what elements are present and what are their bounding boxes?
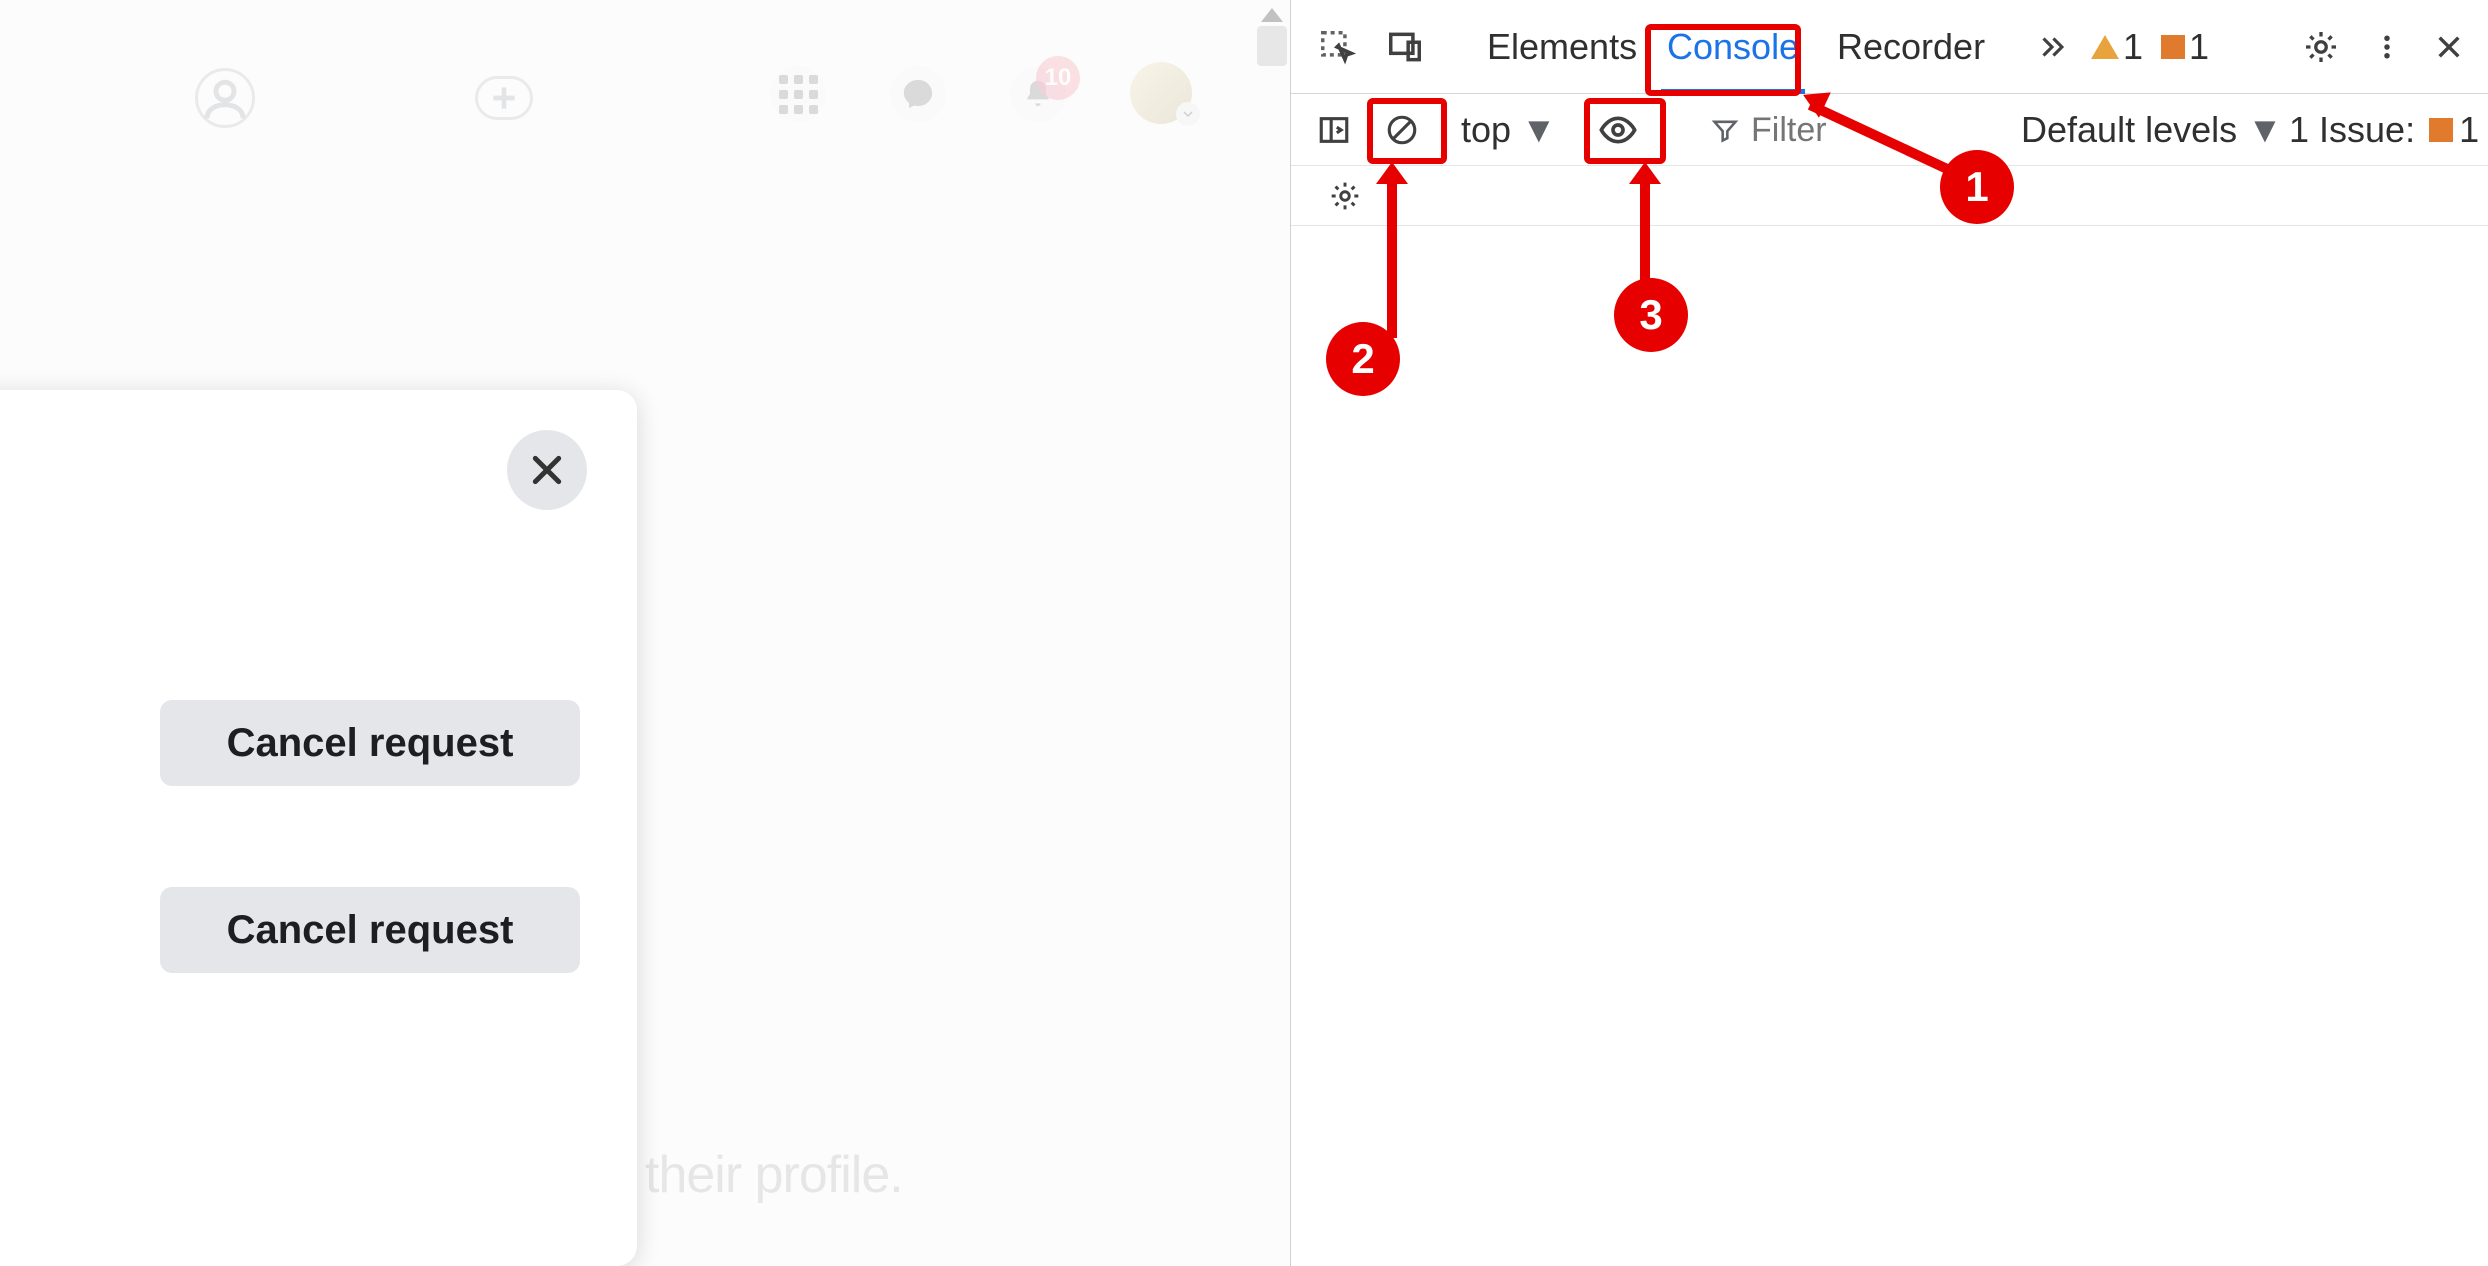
clear-console-button[interactable] [1377, 94, 1427, 166]
gear-icon [2303, 29, 2339, 65]
annotation-bubble-1: 1 [1940, 150, 2014, 224]
warnings-indicator[interactable]: 1 1 [2091, 0, 2209, 94]
info-square-icon [2161, 35, 2185, 59]
sidebar-icon [1317, 113, 1351, 147]
tab-console[interactable]: Console [1661, 0, 1805, 94]
messenger-icon [901, 77, 935, 111]
info-count: 1 [2189, 26, 2209, 68]
tab-elements[interactable]: Elements [1481, 0, 1643, 94]
levels-label: Default levels [2021, 109, 2237, 151]
issues-indicator[interactable]: 1 Issue: 1 [2289, 94, 2479, 166]
console-sidebar-toggle[interactable] [1309, 94, 1359, 166]
tab-recorder[interactable]: Recorder [1831, 0, 1991, 94]
chevron-down-icon: ▼ [1521, 109, 1557, 151]
devtools-settings-button[interactable] [2293, 0, 2349, 94]
annotation-arrow-2 [1387, 178, 1397, 338]
eye-icon [1598, 110, 1638, 150]
close-icon [2433, 31, 2465, 63]
annotation-bubble-3: 3 [1614, 278, 1688, 352]
console-toolbar: top ▼ Default levels ▼ 1 Issue: 1 [1291, 94, 2488, 166]
console-settings-row [1291, 166, 2488, 226]
close-icon [527, 450, 567, 490]
background-text-fragment: their profile. [645, 1145, 903, 1205]
gear-icon [1329, 180, 1361, 212]
friends-nav-icon[interactable] [195, 68, 255, 128]
issue-count: 1 [2459, 109, 2479, 151]
modal-close-button[interactable] [507, 430, 587, 510]
account-avatar-button[interactable] [1130, 62, 1192, 124]
filter-icon [1711, 116, 1739, 144]
chevron-down-icon [1176, 102, 1200, 126]
inspect-element-button[interactable] [1309, 0, 1365, 94]
more-vertical-icon [2372, 32, 2402, 62]
device-toolbar-button[interactable] [1377, 0, 1433, 94]
plus-pill-icon [475, 76, 533, 120]
cancel-request-button-1[interactable]: Cancel request [160, 700, 580, 786]
devtools-more-menu[interactable] [2363, 0, 2411, 94]
inspect-icon [1318, 28, 1356, 66]
page-top-nav: 10 [0, 0, 1290, 145]
warning-triangle-icon [2091, 35, 2119, 59]
annotation-bubble-2: 2 [1326, 322, 1400, 396]
console-settings-button[interactable] [1321, 166, 1369, 226]
devtools-tabbar: Elements Console Recorder 1 1 [1291, 0, 2488, 94]
log-levels-selector[interactable]: Default levels ▼ [2021, 94, 2283, 166]
create-nav-icon[interactable] [475, 76, 533, 120]
annotation-arrowhead-3 [1629, 162, 1661, 184]
notification-count-badge: 10 [1036, 56, 1080, 100]
chevron-down-icon: ▼ [2247, 109, 2283, 151]
menu-grid-button[interactable] [770, 66, 826, 122]
notifications-button[interactable]: 10 [1010, 66, 1066, 122]
more-tabs-button[interactable] [2027, 0, 2077, 94]
filter-field[interactable] [1711, 94, 1971, 166]
chevron-double-right-icon [2035, 30, 2069, 64]
person-circle-icon [195, 68, 255, 128]
annotation-arrowhead-2 [1376, 162, 1408, 184]
scroll-thumb[interactable] [1257, 26, 1287, 66]
scroll-up-icon [1261, 8, 1283, 22]
webpage-pane: 10 their profile. uests Cancel request C… [0, 0, 1290, 1266]
devtools-close-button[interactable] [2425, 0, 2473, 94]
device-icon [1386, 28, 1424, 66]
execution-context-selector[interactable]: top ▼ [1461, 94, 1557, 166]
grid-icon [779, 75, 818, 114]
page-scrollbar[interactable] [1257, 8, 1287, 138]
warning-count: 1 [2123, 26, 2143, 68]
devtools-panel: Elements Console Recorder 1 1 [1290, 0, 2488, 1266]
sent-requests-modal: uests Cancel request Cancel request [0, 390, 637, 1266]
cancel-request-button-2[interactable]: Cancel request [160, 887, 580, 973]
messenger-button[interactable] [890, 66, 946, 122]
annotation-arrow-3 [1640, 178, 1650, 288]
issue-square-icon [2429, 118, 2453, 142]
live-expression-button[interactable] [1593, 94, 1643, 166]
issue-label: 1 Issue: [2289, 109, 2415, 151]
context-label: top [1461, 109, 1511, 151]
clear-icon [1385, 113, 1419, 147]
